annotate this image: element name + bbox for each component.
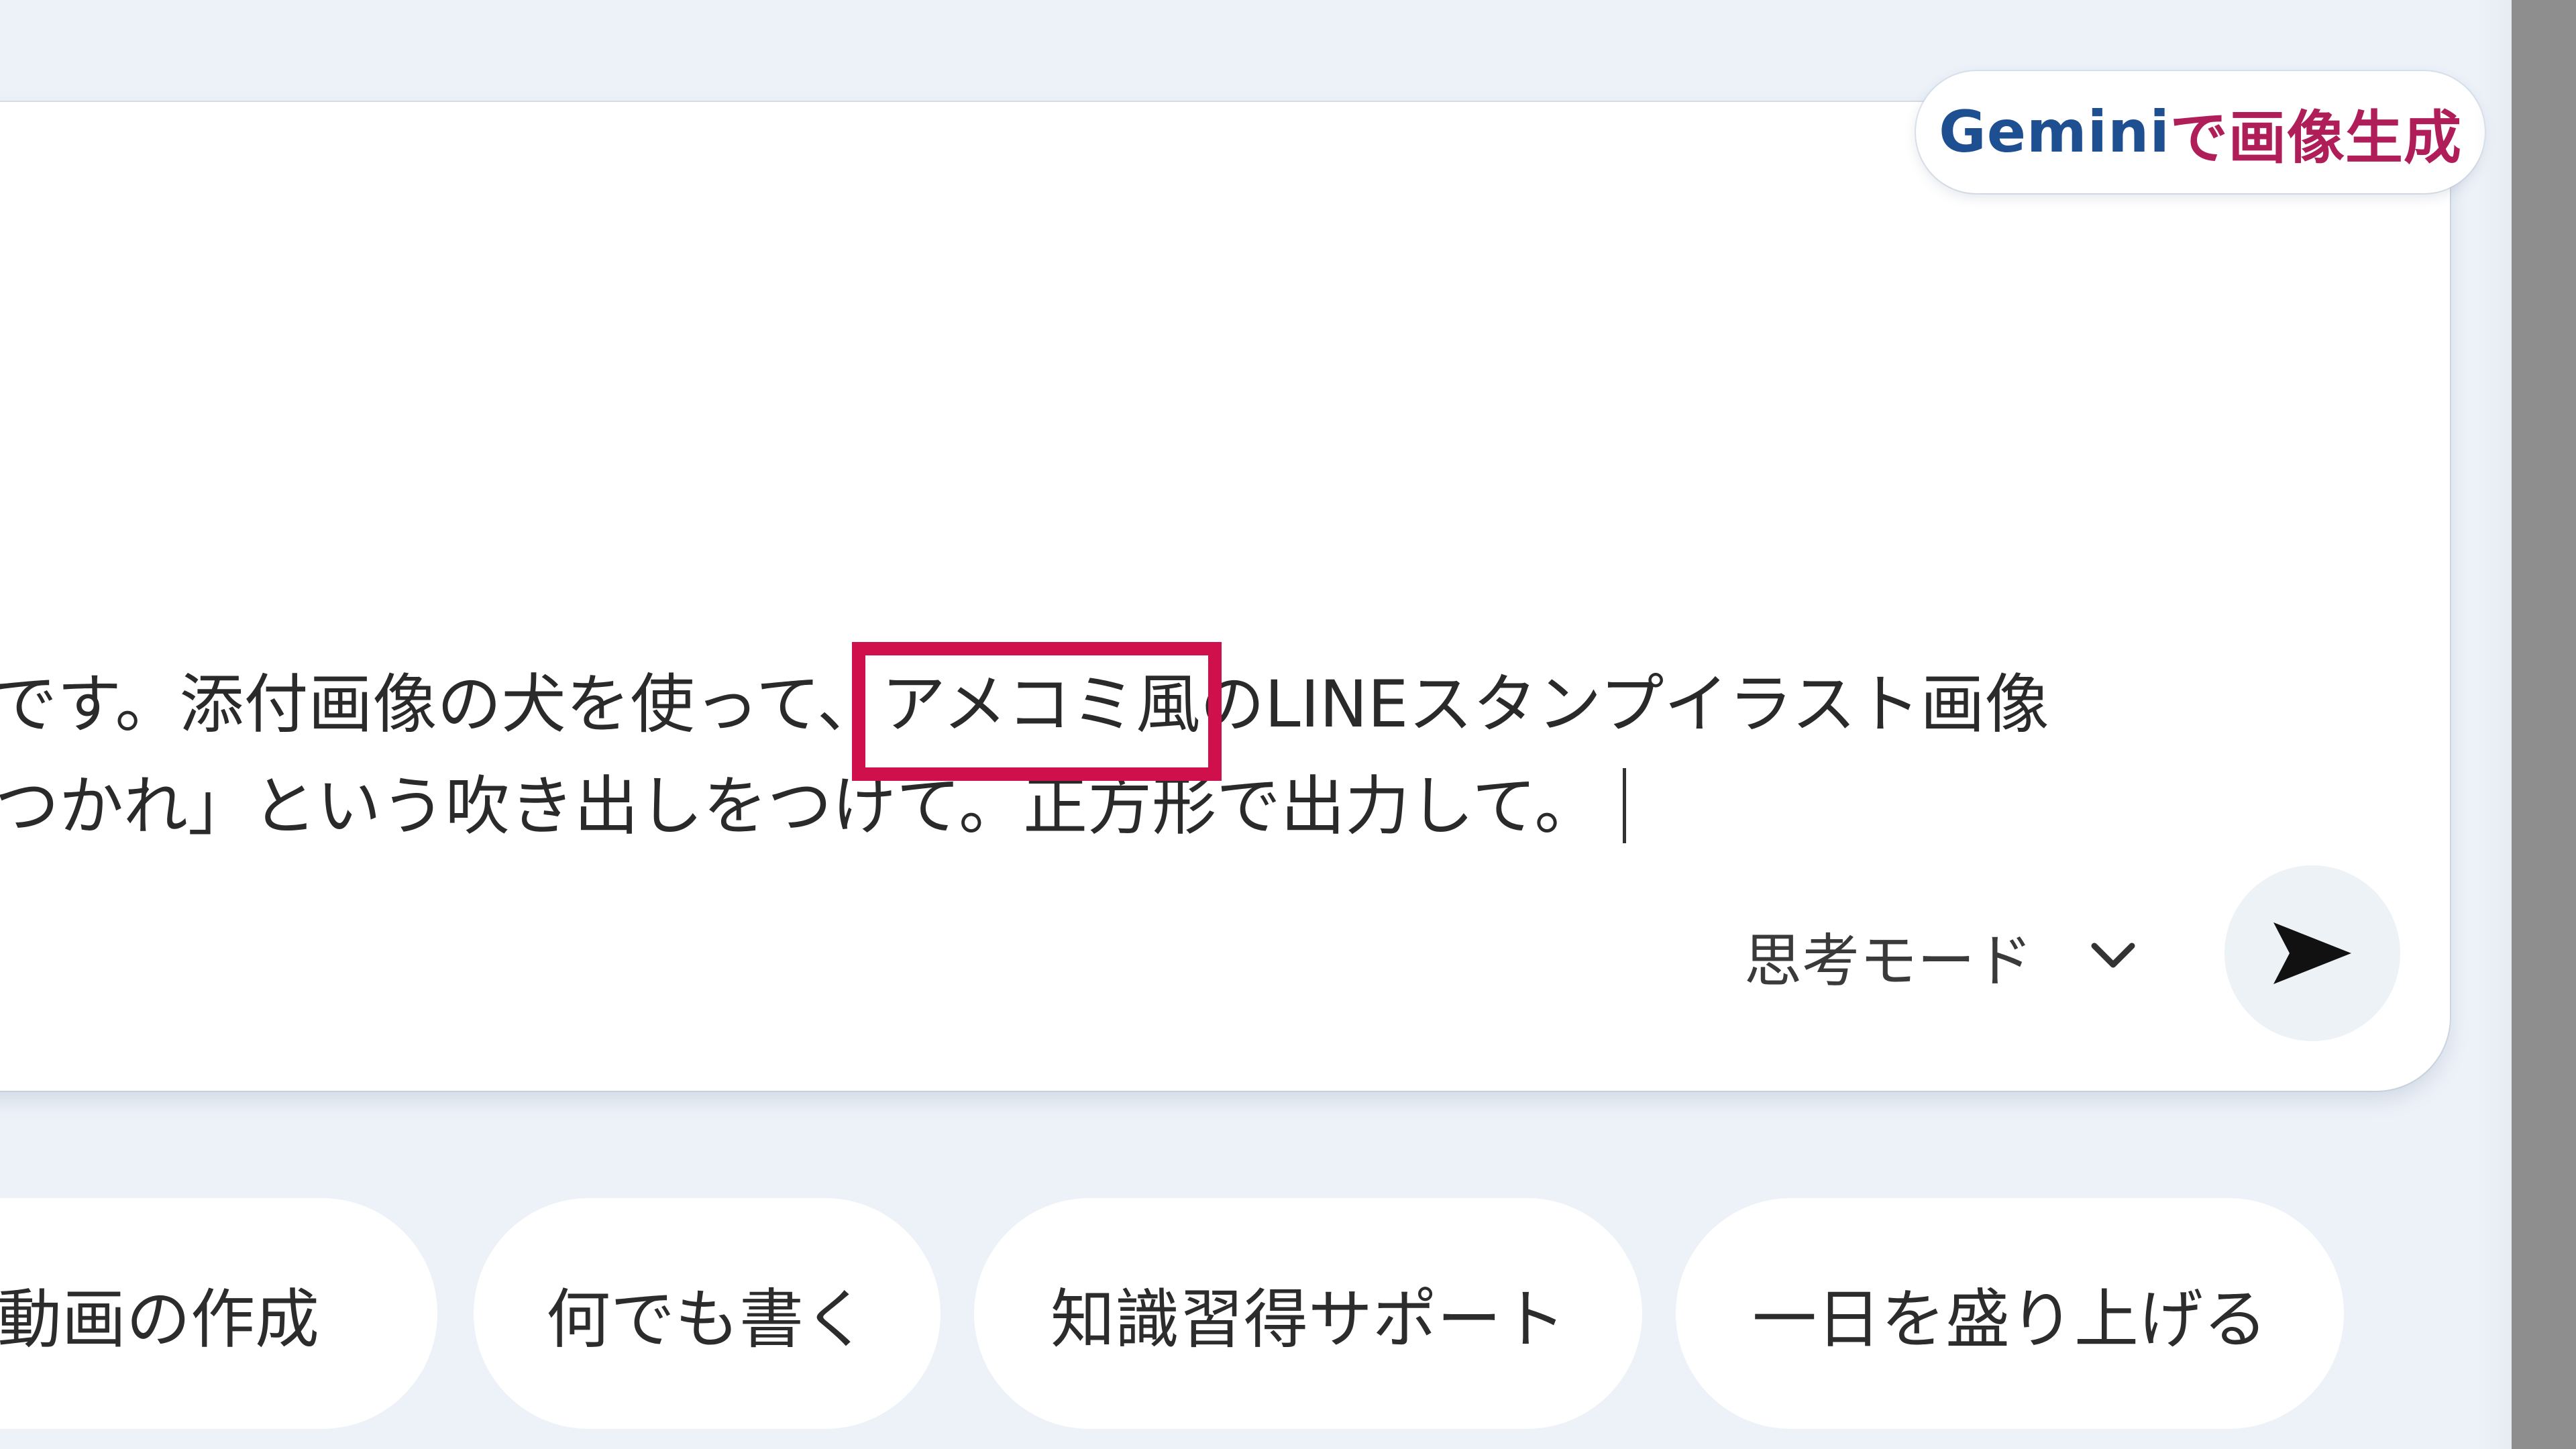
highlighted-text: アメコミ風 — [851, 642, 1222, 781]
mode-select-label: 思考モード — [1744, 927, 2033, 995]
suggestion-chip-create-video[interactable]: 動画の作成 — [0, 1198, 437, 1429]
prompt-input[interactable]: たいです。添付画像の犬を使って、アメコミ風のLINEスタンプイラスト画像 「おつ… — [0, 642, 2147, 857]
prompt-text-line2: 「おつかれ」という吹き出しをつけて。正方形で出力して。 — [0, 769, 1599, 844]
suggestion-chip-brighten-day[interactable]: 一日を盛り上げる — [1676, 1198, 2344, 1429]
send-button[interactable] — [2224, 865, 2400, 1041]
prompt-line-2: 「おつかれ」という吹き出しをつけて。正方形で出力して。 — [0, 755, 2147, 857]
window-edge-scrollbar[interactable] — [2512, 0, 2576, 1449]
suggestion-chip-label: 知識習得サポート — [1051, 1281, 1566, 1357]
edge-shade — [2475, 0, 2512, 1449]
suggestion-chip-label: 何でも書く — [546, 1281, 868, 1357]
prompt-text-before: たいです。添付画像の犬を使って、 — [0, 667, 881, 742]
suggestion-chip-write-anything[interactable]: 何でも書く — [474, 1198, 941, 1429]
prompt-text-after: のLINEスタンプイラスト画像 — [1200, 667, 2049, 742]
prompt-line-1: たいです。添付画像の犬を使って、アメコミ風のLINEスタンプイラスト画像 — [0, 642, 2147, 781]
gemini-image-badge: Gemini で画像生成 — [1916, 71, 2485, 193]
suggestion-chip-learning-support[interactable]: 知識習得サポート — [974, 1198, 1642, 1429]
gemini-badge-text: で画像生成 — [2169, 104, 2462, 172]
suggestion-chip-label: 動画の作成 — [0, 1281, 319, 1357]
suggestion-chip-label: 一日を盛り上げる — [1752, 1281, 2267, 1357]
app-screen: たいです。添付画像の犬を使って、アメコミ風のLINEスタンプイラスト画像 「おつ… — [0, 0, 2576, 1449]
text-caret — [1623, 768, 1627, 843]
gemini-badge-brand: Gemini — [1939, 99, 2170, 166]
send-icon — [2273, 922, 2351, 984]
chevron-down-icon — [2089, 939, 2137, 971]
mode-select[interactable]: 思考モード — [1744, 915, 2137, 996]
